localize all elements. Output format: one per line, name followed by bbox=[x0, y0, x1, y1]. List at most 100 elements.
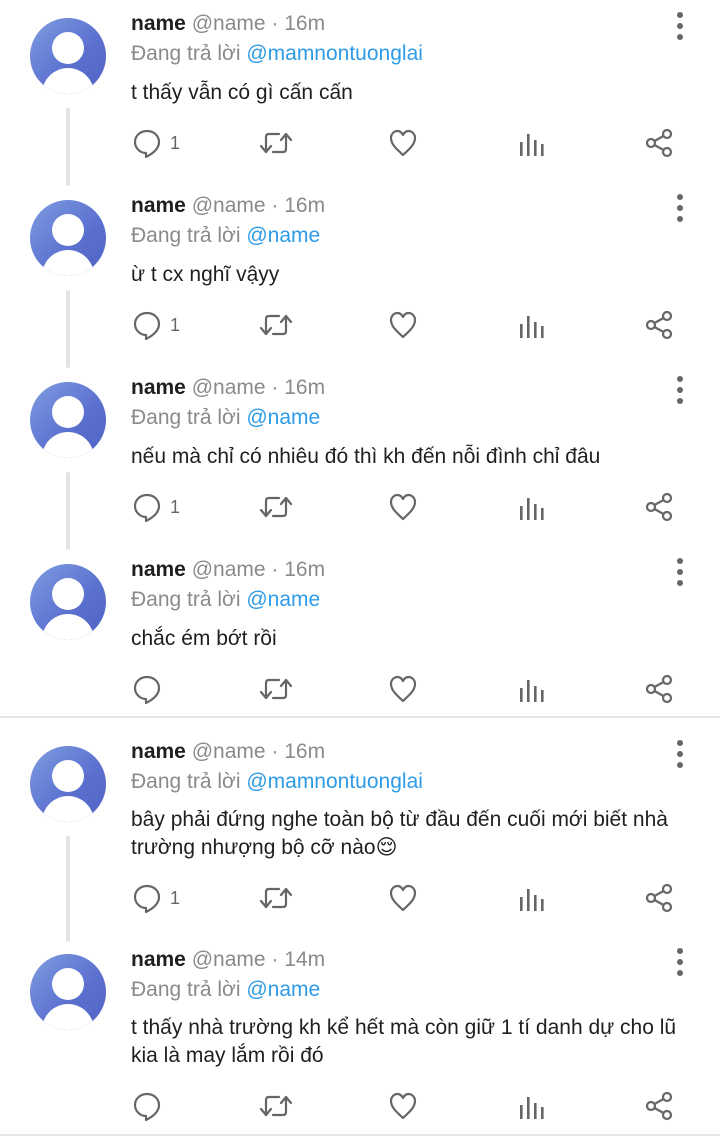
action-bar: 1 bbox=[0, 305, 720, 345]
reply-count: 1 bbox=[170, 132, 181, 153]
reply-prefix: Đang trả lời bbox=[131, 42, 241, 65]
separator: · bbox=[265, 376, 285, 399]
reply-button[interactable]: 1 bbox=[132, 487, 180, 527]
share-button[interactable] bbox=[644, 1086, 674, 1126]
analytics-icon bbox=[518, 674, 546, 704]
reply-button[interactable]: 1 bbox=[132, 878, 180, 918]
more-options-icon[interactable] bbox=[670, 6, 690, 46]
retweet-icon bbox=[259, 128, 293, 158]
more-options-icon[interactable] bbox=[670, 734, 690, 774]
display-name[interactable]: name bbox=[131, 376, 186, 399]
mention-link[interactable]: @name bbox=[246, 588, 320, 611]
tweet-text: bây phải đứng nghe toàn bộ từ đầu đến cu… bbox=[131, 808, 668, 859]
handle[interactable]: @name bbox=[192, 740, 266, 763]
reply-button[interactable]: 1 bbox=[132, 305, 180, 345]
like-button[interactable] bbox=[388, 123, 418, 163]
reply-button[interactable] bbox=[132, 669, 162, 709]
reply-button[interactable] bbox=[132, 1086, 162, 1126]
tweet-text: nếu mà chỉ có nhiêu đó thì kh đến nỗi đì… bbox=[131, 445, 601, 468]
like-icon bbox=[388, 492, 418, 522]
tweet-header: name @name · 16m bbox=[131, 739, 325, 765]
share-button[interactable] bbox=[644, 669, 674, 709]
avatar[interactable] bbox=[30, 200, 106, 276]
separator: · bbox=[265, 12, 285, 35]
separator: · bbox=[265, 740, 285, 763]
retweet-button[interactable] bbox=[259, 487, 293, 527]
avatar[interactable] bbox=[30, 564, 106, 640]
tweet-text: ừ t cx nghĩ vậyy bbox=[131, 263, 280, 286]
timestamp: 16m bbox=[284, 194, 326, 217]
tweet-header: name @name · 16m bbox=[131, 557, 325, 583]
reply-prefix: Đang trả lời bbox=[131, 588, 241, 611]
bottom-divider bbox=[0, 1134, 720, 1136]
handle[interactable]: @name bbox=[192, 376, 266, 399]
display-name[interactable]: name bbox=[131, 12, 186, 35]
share-button[interactable] bbox=[644, 123, 674, 163]
reply-icon bbox=[132, 1091, 162, 1121]
timestamp: 16m bbox=[284, 558, 326, 581]
mention-link[interactable]: @name bbox=[246, 406, 320, 429]
handle[interactable]: @name bbox=[192, 948, 266, 971]
more-options-icon[interactable] bbox=[670, 552, 690, 592]
reply-prefix: Đang trả lời bbox=[131, 978, 241, 1001]
analytics-button[interactable] bbox=[518, 1086, 546, 1126]
timestamp: 14m bbox=[284, 948, 326, 971]
display-name[interactable]: name bbox=[131, 194, 186, 217]
reply-button[interactable]: 1 bbox=[132, 123, 180, 163]
like-button[interactable] bbox=[388, 669, 418, 709]
display-name[interactable]: name bbox=[131, 558, 186, 581]
reply-icon bbox=[132, 128, 162, 158]
retweet-button[interactable] bbox=[259, 1086, 293, 1126]
share-icon bbox=[644, 1091, 674, 1121]
mention-link[interactable]: @name bbox=[246, 224, 320, 247]
display-name[interactable]: name bbox=[131, 948, 186, 971]
reply-count: 1 bbox=[170, 887, 181, 908]
handle[interactable]: @name bbox=[192, 12, 266, 35]
retweet-icon bbox=[259, 1091, 293, 1121]
more-options-icon[interactable] bbox=[670, 370, 690, 410]
more-options-icon[interactable] bbox=[670, 942, 690, 982]
reply-prefix: Đang trả lời bbox=[131, 770, 241, 793]
like-icon bbox=[388, 674, 418, 704]
like-icon bbox=[388, 883, 418, 913]
avatar[interactable] bbox=[30, 382, 106, 458]
like-button[interactable] bbox=[388, 305, 418, 345]
analytics-button[interactable] bbox=[518, 878, 546, 918]
share-button[interactable] bbox=[644, 487, 674, 527]
reply-context: Đang trả lời @mamnontuonglai bbox=[131, 769, 423, 795]
separator: · bbox=[265, 948, 285, 971]
retweet-button[interactable] bbox=[259, 878, 293, 918]
analytics-button[interactable] bbox=[518, 487, 546, 527]
action-bar bbox=[0, 669, 720, 709]
mention-link[interactable]: @mamnontuonglai bbox=[246, 770, 423, 793]
more-options-icon[interactable] bbox=[670, 188, 690, 228]
reply-count: 1 bbox=[170, 496, 181, 517]
share-icon bbox=[644, 492, 674, 522]
analytics-button[interactable] bbox=[518, 669, 546, 709]
handle[interactable]: @name bbox=[192, 558, 266, 581]
avatar[interactable] bbox=[30, 18, 106, 94]
retweet-icon bbox=[259, 674, 293, 704]
separator: · bbox=[265, 558, 285, 581]
avatar[interactable] bbox=[30, 954, 106, 1030]
like-button[interactable] bbox=[388, 1086, 418, 1126]
reply-count: 1 bbox=[170, 314, 181, 335]
handle[interactable]: @name bbox=[192, 194, 266, 217]
reply-context: Đang trả lời @mamnontuonglai bbox=[131, 41, 423, 67]
mention-link[interactable]: @mamnontuonglai bbox=[246, 42, 423, 65]
share-button[interactable] bbox=[644, 878, 674, 918]
like-button[interactable] bbox=[388, 878, 418, 918]
mention-link[interactable]: @name bbox=[246, 978, 320, 1001]
reply-context: Đang trả lời @name bbox=[131, 223, 320, 249]
action-bar: 1 bbox=[0, 487, 720, 527]
analytics-button[interactable] bbox=[518, 123, 546, 163]
avatar[interactable] bbox=[30, 746, 106, 822]
share-button[interactable] bbox=[644, 305, 674, 345]
analytics-button[interactable] bbox=[518, 305, 546, 345]
tweet-text: chắc ém bớt rồi bbox=[131, 627, 277, 650]
like-button[interactable] bbox=[388, 487, 418, 527]
retweet-button[interactable] bbox=[259, 669, 293, 709]
retweet-button[interactable] bbox=[259, 123, 293, 163]
retweet-button[interactable] bbox=[259, 305, 293, 345]
display-name[interactable]: name bbox=[131, 740, 186, 763]
